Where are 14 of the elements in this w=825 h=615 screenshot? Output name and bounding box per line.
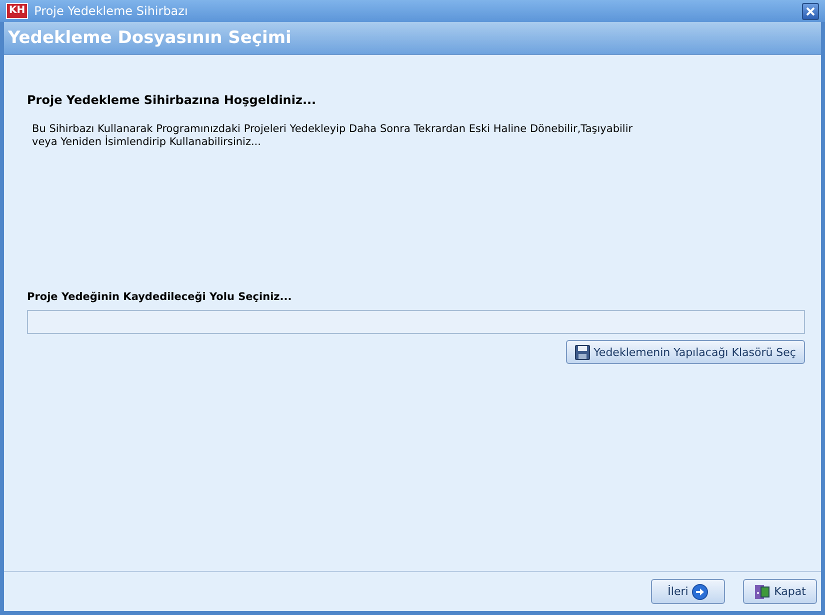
- path-label: Proje Yedeğinin Kaydedileceği Yolu Seçiniz...: [27, 291, 293, 303]
- path-field[interactable]: [27, 310, 805, 334]
- welcome-heading: Proje Yedekleme Sihirbazına Hoşgeldiniz...: [27, 93, 318, 107]
- close-icon: [806, 6, 815, 16]
- page-title: Yedekleme Dosyasının Seçimi: [8, 28, 292, 48]
- next-button[interactable]: İleri: [651, 579, 725, 604]
- welcome-text: Bu Sihirbazı Kullanarak Programınızdaki Projeleri Yedekleyip Daha Sonra Tekrardan Eski Haline Dönebilir,Taşıyabilir veya Yeniden İsimlendirip Kullanabilirsiniz...: [32, 123, 634, 149]
- app-logo: KH: [6, 3, 28, 19]
- close-button[interactable]: [802, 2, 819, 20]
- door-exit-icon: [754, 584, 770, 600]
- close-dialog-button[interactable]: Kapat: [743, 579, 817, 604]
- arrow-right-icon: [692, 584, 708, 600]
- window-title: Proje Yedekleme Sihirbazı: [34, 4, 189, 18]
- browse-folder-button[interactable]: Yedeklemenin Yapılacağı Klasörü Seç: [566, 340, 805, 364]
